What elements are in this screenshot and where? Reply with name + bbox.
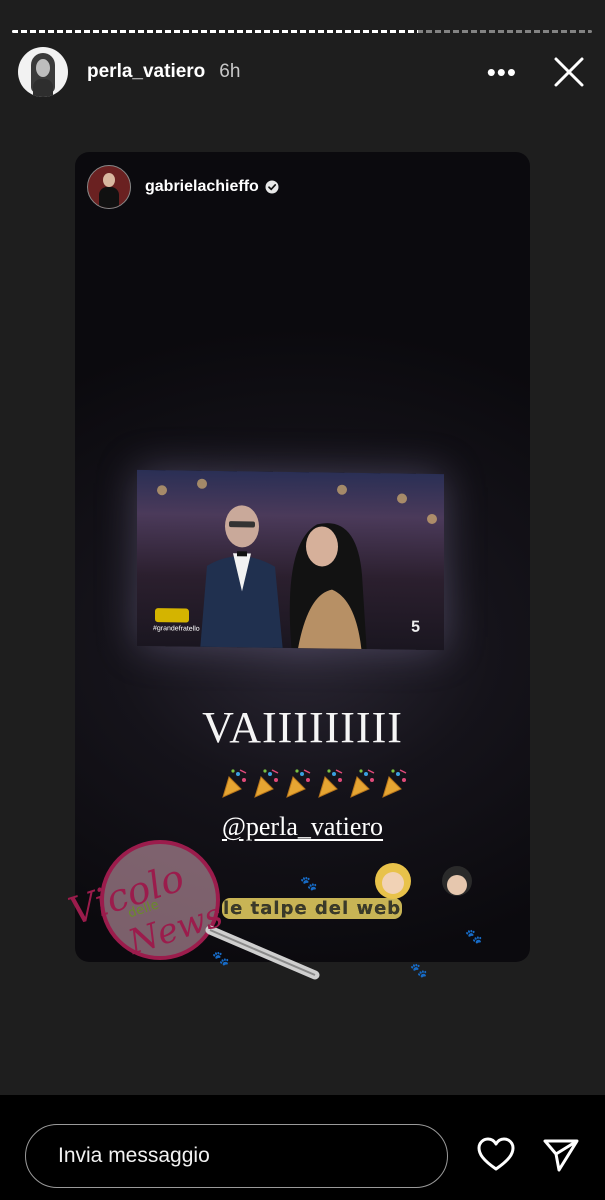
paw-icon: 🐾 [465, 928, 483, 944]
story-view: perla_vatiero 6h ••• gabrielachieffo #gr… [0, 0, 605, 1095]
party-popper-icon [318, 769, 343, 798]
paw-icon: 🐾 [212, 950, 230, 966]
tv-hashtag: #grandefratello [153, 625, 200, 633]
heart-icon[interactable] [477, 1137, 515, 1173]
story-time: 6h [219, 61, 241, 82]
party-popper-icon [350, 769, 375, 798]
story-progress-fill [12, 30, 418, 33]
paw-icon: 🐾 [300, 875, 318, 891]
cartoon-faces-watermark [375, 863, 472, 899]
tv-screen-photo: #grandefratello 5 [137, 469, 444, 651]
story-header: perla_vatiero 6h ••• [18, 46, 587, 98]
send-message-placeholder: Invia messaggio [58, 1144, 210, 1167]
send-icon[interactable] [542, 1137, 580, 1173]
tv-channel-logo: 5 [411, 618, 420, 636]
shared-username[interactable]: gabrielachieffo [145, 178, 259, 196]
avatar[interactable] [18, 47, 68, 97]
party-popper-icon [286, 769, 311, 798]
shared-story-header: gabrielachieffo [87, 165, 279, 209]
paw-icon: 🐾 [410, 962, 428, 978]
party-popper-row [220, 767, 409, 799]
more-icon[interactable]: ••• [487, 59, 517, 85]
story-progress-bar [12, 30, 592, 33]
story-username[interactable]: perla_vatiero [87, 61, 205, 83]
story-caption: VAIIIIIIIII [202, 703, 403, 752]
party-popper-icon [222, 769, 247, 798]
party-popper-icon [382, 769, 407, 798]
send-message-input[interactable]: Invia messaggio [25, 1124, 448, 1188]
tv-logo-badge [155, 608, 189, 623]
party-popper-icon [254, 769, 279, 798]
story-footer: Invia messaggio [0, 1095, 605, 1200]
shared-avatar[interactable] [87, 165, 131, 209]
close-icon[interactable] [551, 54, 587, 90]
verified-icon [265, 180, 279, 194]
